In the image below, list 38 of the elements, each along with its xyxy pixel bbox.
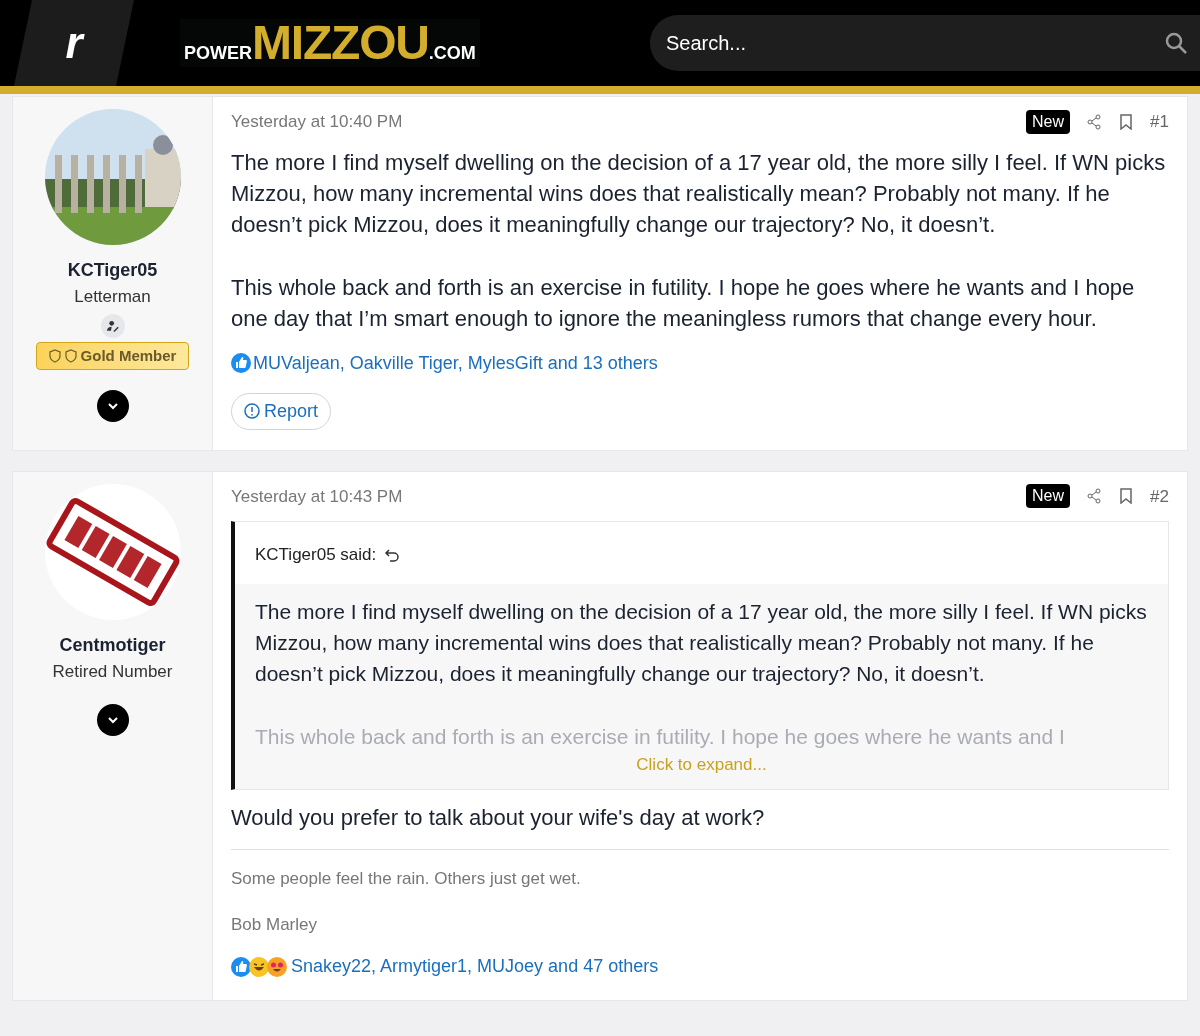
bookmark-icon[interactable] xyxy=(1118,113,1135,130)
signature-text: Bob Marley xyxy=(231,913,318,936)
chevron-down-icon xyxy=(106,400,119,412)
username[interactable]: KCTiger05 xyxy=(67,257,158,284)
post-time[interactable]: Yesterday at 10:40 PM xyxy=(231,109,403,135)
share-icon[interactable] xyxy=(1086,113,1103,130)
search-icon[interactable] xyxy=(1164,31,1188,55)
reply-arrow-icon[interactable] xyxy=(384,546,401,563)
search-field[interactable]: Search... xyxy=(666,28,1164,58)
shield-icon xyxy=(48,348,61,363)
new-label: New xyxy=(1026,109,1071,134)
post-text: This whole back and forth is an exercise in futility. I hope he goes where he wants and I hope one day that I’m smart enough to ignore the meaningless rumors that change every hour. xyxy=(231,273,1136,333)
username[interactable]: Centmotiger xyxy=(59,631,166,659)
expand-button[interactable] xyxy=(96,704,129,736)
share-icon[interactable] xyxy=(1086,488,1103,505)
quote-attribution[interactable]: KCTiger05 said: xyxy=(255,542,377,568)
chevron-down-icon xyxy=(106,714,119,726)
bookmark-icon[interactable] xyxy=(1118,488,1135,505)
shield-icon xyxy=(64,348,77,363)
badge-label: Gold Member xyxy=(80,345,177,366)
site-logo[interactable]: POWERMIZZOU.COM xyxy=(180,19,480,67)
post-time[interactable]: Yesterday at 10:43 PM xyxy=(231,483,403,509)
search-bar[interactable]: Search... xyxy=(650,15,1200,71)
site-mark[interactable]: r xyxy=(14,0,134,86)
new-label: New xyxy=(1026,484,1071,509)
reactions-link[interactable]: Snakey22, Armytiger1, MUJoey and 47 others xyxy=(291,953,659,980)
alert-icon xyxy=(244,403,260,419)
expand-button[interactable] xyxy=(96,390,129,422)
reactions-link[interactable]: MUValjean, Oakville Tiger, MylesGift and 13 others xyxy=(253,349,658,377)
user-title: Letterman xyxy=(74,286,151,308)
post-number[interactable]: #2 xyxy=(1150,483,1169,509)
quote-text: This whole back and forth is an exercise in futility. I hope he goes where he wants and I xyxy=(255,723,1066,750)
quote-text: The more I find myself dwelling on the decision of a 17 year old, the more silly I feel. If WN picks Mizzou, how many incremental wins does that realistically mean? Probably not many. If he doesn’t pick Mizzou, does it meaningfully change our trajectory? No, it doesn’t. xyxy=(255,598,1148,687)
post-number[interactable]: #1 xyxy=(1150,109,1169,135)
user-title: Retired Number xyxy=(52,660,173,683)
post-text: Would you prefer to talk about your wife's day at work? xyxy=(231,804,766,832)
signature-text: Some people feel the rain. Others just get wet. xyxy=(231,868,582,890)
post-text: The more I find myself dwelling on the decision of a 17 year old, the more silly I feel. If WN picks Mizzou, how many incremental wins does that realistically mean? Probably not many. If he doesn’t pick Mizzou, does it meaningfully change our trajectory? No, it doesn’t. xyxy=(231,148,1167,239)
